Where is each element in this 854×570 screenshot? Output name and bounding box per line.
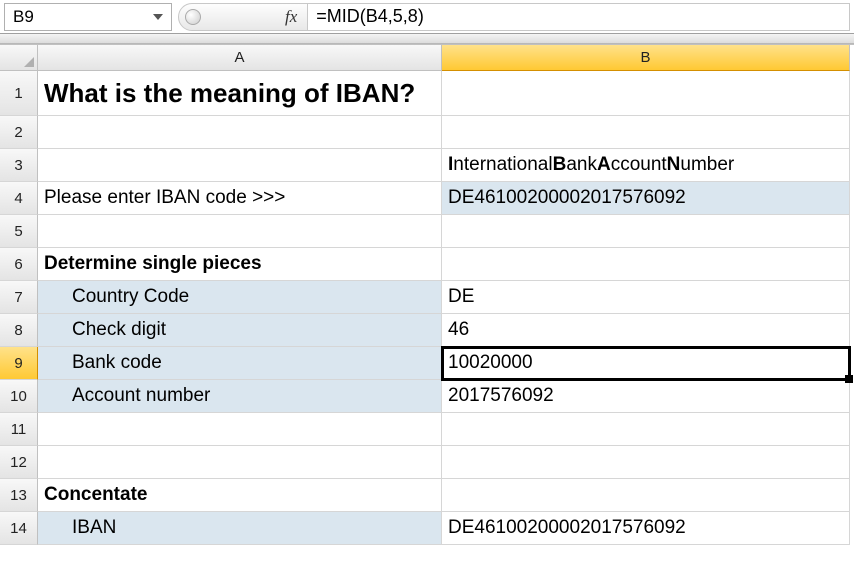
row-header[interactable]: 5 xyxy=(0,215,38,248)
row-header[interactable]: 4 xyxy=(0,182,38,215)
cell-b10[interactable]: 2017576092 xyxy=(442,380,850,413)
row-header[interactable]: 11 xyxy=(0,413,38,446)
cell-b5[interactable] xyxy=(442,215,850,248)
cell-b1[interactable] xyxy=(442,71,850,116)
cell-a8[interactable]: Check digit xyxy=(38,314,442,347)
cell-a9[interactable]: Bank code xyxy=(38,347,442,380)
cell-b2[interactable] xyxy=(442,116,850,149)
row-header[interactable]: 8 xyxy=(0,314,38,347)
row-header[interactable]: 13 xyxy=(0,479,38,512)
cell-a10[interactable]: Account number xyxy=(38,380,442,413)
cell-b11[interactable] xyxy=(442,413,850,446)
cell-a3[interactable] xyxy=(38,149,442,182)
cell-b12[interactable] xyxy=(442,446,850,479)
cell-a11[interactable] xyxy=(38,413,442,446)
cell-a14[interactable]: IBAN xyxy=(38,512,442,545)
cell-b8[interactable]: 46 xyxy=(442,314,850,347)
chevron-down-icon[interactable] xyxy=(153,14,163,20)
cell-b6[interactable] xyxy=(442,248,850,281)
select-all-corner[interactable] xyxy=(0,45,38,71)
cell-b13[interactable] xyxy=(442,479,850,512)
row-header[interactable]: 7 xyxy=(0,281,38,314)
cell-b7[interactable]: DE xyxy=(442,281,850,314)
row-header[interactable]: 3 xyxy=(0,149,38,182)
spreadsheet-grid[interactable]: A B 1 What is the meaning of IBAN? 2 3 I… xyxy=(0,44,854,545)
name-box-value: B9 xyxy=(13,7,34,27)
cell-a4[interactable]: Please enter IBAN code >>> xyxy=(38,182,442,215)
row-header[interactable]: 2 xyxy=(0,116,38,149)
cell-b9[interactable]: 10020000 xyxy=(442,347,850,380)
cell-a5[interactable] xyxy=(38,215,442,248)
formula-input[interactable]: =MID(B4,5,8) xyxy=(308,3,850,31)
row-header[interactable]: 1 xyxy=(0,71,38,116)
formula-buttons: fx xyxy=(178,3,308,31)
row-header[interactable]: 9 xyxy=(0,347,38,380)
col-header-b[interactable]: B xyxy=(442,45,850,71)
divider-bar xyxy=(0,34,854,44)
cell-b14[interactable]: DE46100200002017576092 xyxy=(442,512,850,545)
cell-a1[interactable]: What is the meaning of IBAN? xyxy=(38,71,442,116)
row-header[interactable]: 12 xyxy=(0,446,38,479)
formula-bar: B9 fx =MID(B4,5,8) xyxy=(0,0,854,34)
row-header[interactable]: 14 xyxy=(0,512,38,545)
cell-b3[interactable]: International Bank Account Number xyxy=(442,149,850,182)
cell-a13[interactable]: Concentate xyxy=(38,479,442,512)
formula-text: =MID(B4,5,8) xyxy=(316,6,424,27)
cell-b4[interactable]: DE46100200002017576092 xyxy=(442,182,850,215)
formula-zone: fx =MID(B4,5,8) xyxy=(178,3,850,31)
cell-a7[interactable]: Country Code xyxy=(38,281,442,314)
row-header[interactable]: 10 xyxy=(0,380,38,413)
cell-a12[interactable] xyxy=(38,446,442,479)
col-header-a[interactable]: A xyxy=(38,45,442,71)
cell-a2[interactable] xyxy=(38,116,442,149)
fx-icon[interactable]: fx xyxy=(285,7,297,27)
cell-a6[interactable]: Determine single pieces xyxy=(38,248,442,281)
circle-tool-icon[interactable] xyxy=(185,9,201,25)
row-header[interactable]: 6 xyxy=(0,248,38,281)
name-box[interactable]: B9 xyxy=(4,3,172,31)
